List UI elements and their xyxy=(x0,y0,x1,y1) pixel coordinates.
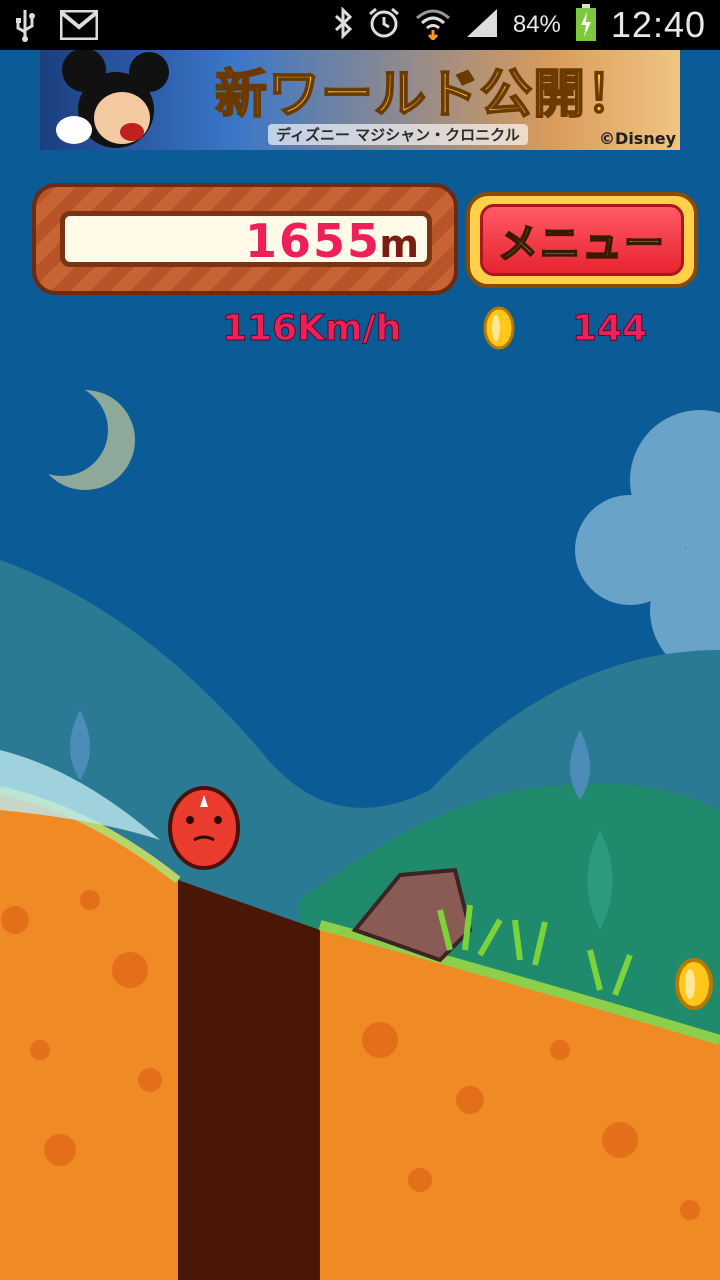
distance-panel: 1655 m xyxy=(32,183,458,295)
ad-title: 新ワールド公開！ xyxy=(214,64,640,126)
distance-unit: m xyxy=(379,222,419,266)
menu-button-face[interactable]: メニュー xyxy=(480,204,684,276)
coin-icon xyxy=(483,306,515,350)
battery-percent: 84% xyxy=(512,11,561,38)
usb-icon xyxy=(12,8,38,46)
alarm-icon xyxy=(367,6,401,44)
distance-value: 1655 xyxy=(244,214,381,268)
bluetooth-icon xyxy=(333,6,353,43)
gmail-icon xyxy=(59,9,99,44)
battery-charging-icon xyxy=(575,4,597,46)
distance-display: 1655 m xyxy=(60,211,432,268)
pit xyxy=(178,880,320,1280)
ad-banner[interactable]: 新ワールド公開！ ディズニー マジシャン・クロニクル ©Disney xyxy=(40,50,680,150)
clock: 12:40 xyxy=(610,4,706,45)
ad-subtitle: ディズニー マジシャン・クロニクル xyxy=(268,124,528,145)
speed-readout: 116Km/h xyxy=(221,308,402,350)
moon-icon xyxy=(16,384,135,490)
coin-pickup xyxy=(675,958,713,1010)
menu-button-label: メニュー xyxy=(497,220,666,268)
mickey-icon xyxy=(56,50,169,148)
wifi-icon xyxy=(415,6,451,44)
menu-button[interactable]: メニュー xyxy=(466,192,698,288)
signal-icon xyxy=(465,7,499,43)
ad-copyright: ©Disney xyxy=(599,129,676,148)
status-bar: 84% 12:40 xyxy=(0,0,720,50)
coin-count: 144 xyxy=(571,308,648,350)
cloud xyxy=(575,410,720,680)
player-character xyxy=(168,786,240,870)
